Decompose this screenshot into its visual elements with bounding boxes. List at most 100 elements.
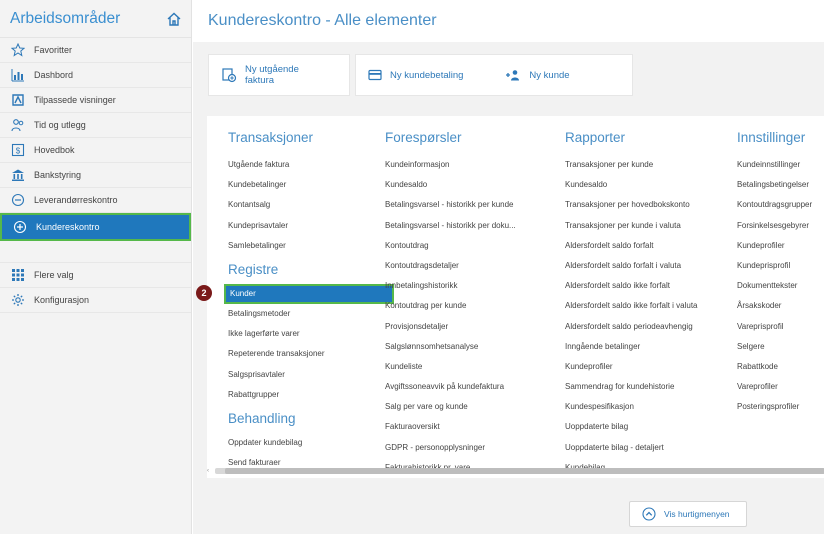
menu-item[interactable]: Aldersfordelt saldo ikke forfalt i valut… [565,296,698,316]
menu-item[interactable]: Provisjonsdetaljer [385,317,516,337]
sidebar-item-favoritter[interactable]: Favoritter [0,38,191,63]
menu-item[interactable]: Kundeprisprofil [737,256,812,276]
menu-item[interactable]: Salg per vare og kunde [385,397,516,417]
menu-item[interactable]: Salgslønnsomhetsanalyse [385,337,516,357]
menu-item[interactable]: Kundeprisavtaler [228,216,394,236]
horizontal-scrollbar[interactable] [215,468,824,474]
menu-item[interactable]: Kundebetalinger [228,175,394,195]
menu-item[interactable]: Betalingsmetoder [228,304,394,324]
menu-item[interactable]: Utgående faktura [228,155,394,175]
new-payment-button[interactable]: Ny kundebetaling [368,69,463,81]
menu-item[interactable]: Betalingsvarsel - historikk per kunde [385,195,516,215]
menu-item[interactable]: Kontoutdrag [385,236,516,256]
sidebar-title: Arbeidsområder [10,9,121,27]
show-quick-menu-label: Vis hurtigmenyen [664,509,730,519]
menu-item[interactable]: Betalingsvarsel - historikk per doku... [385,216,516,236]
menu-item[interactable]: GDPR - personopplysninger [385,438,516,458]
menu-item[interactable]: Aldersfordelt saldo ikke forfalt [565,276,698,296]
show-quick-menu-button[interactable]: Vis hurtigmenyen [629,501,747,527]
menu-item[interactable]: Vareprisprofil [737,317,812,337]
menu-item[interactable]: Uoppdaterte bilag - detaljert [565,438,698,458]
menu-item[interactable]: Kundeinnstillinger [737,155,812,175]
menu-item[interactable]: Dokumenttekster [737,276,812,296]
menu-item[interactable]: Kontoutdrag per kunde [385,296,516,316]
sidebar-item-leverandorreskontro[interactable]: Leverandørreskontro [0,188,191,213]
menu-item-kunder[interactable]: Kunder [224,283,394,304]
new-customer-label: Ny kunde [529,69,570,81]
new-invoice-label-line2: faktura [245,75,275,86]
sidebar-item-hovedbok[interactable]: $ Hovedbok [0,138,191,163]
ledger-icon: $ [10,142,26,158]
menu-item[interactable]: Kontoutdragsgrupper [737,195,812,215]
menu-item[interactable]: Transaksjoner per kunde [565,155,698,175]
column-title: Rapporter [565,130,626,145]
menu-item[interactable]: Innbetalingshistorikk [385,276,516,296]
menu-item[interactable]: Transaksjoner per hovedbokskonto [565,195,698,215]
sidebar-item-label: Tilpassede visninger [34,95,116,105]
menu-item[interactable]: Ikke lagerførte varer [228,324,394,344]
new-payment-label: Ny kundebetaling [390,69,464,81]
menu-item[interactable]: Kontantsalg [228,195,394,215]
column-transaksjoner: Transaksjoner Utgående faktura Kundebeta… [224,130,394,473]
menu-item[interactable]: Rabattgrupper [228,385,394,405]
menu-item[interactable]: Oppdater kundebilag [228,433,394,453]
section-title-behandling: Behandling [228,410,296,426]
sidebar-item-flere-valg[interactable]: Flere valg [0,263,191,288]
sidebar-item-kundereskontro[interactable]: Kundereskontro [0,213,191,241]
menu-item[interactable]: Kontoutdragsdetaljer [385,256,516,276]
quick-action-bar: Ny utgående faktura Ny kundebetaling Ny … [193,42,824,114]
menu-item[interactable]: Sammendrag for kundehistorie [565,377,698,397]
people-icon [10,117,26,133]
sidebar-item-bankstyring[interactable]: Bankstyring [0,163,191,188]
new-customer-button[interactable]: Ny kunde [505,69,570,81]
menu-item[interactable]: Rabattkode [737,357,812,377]
menu-item[interactable]: Kundeliste [385,357,516,377]
menu-item[interactable]: Salgsprisavtaler [228,365,394,385]
column-foresporsler: Forespørsler Kundeinformasjon Kundesaldo… [385,130,516,478]
menu-item[interactable]: Kundeprofiler [737,236,812,256]
add-user-icon [505,69,521,81]
menu-item[interactable]: Inngående betalinger [565,337,698,357]
sidebar-item-tid-og-utlegg[interactable]: Tid og utlegg [0,113,191,138]
menu-item[interactable]: Transaksjoner per kunde i valuta [565,216,698,236]
menu-item[interactable]: Fakturaoversikt [385,417,516,437]
column-rapporter: Rapporter Transaksjoner per kunde Kundes… [565,130,698,478]
sidebar-item-label: Konfigurasjon [34,295,90,305]
menu-item[interactable]: Kundesaldo [385,175,516,195]
menu-item[interactable]: Årsakskoder [737,296,812,316]
bar-chart-icon [10,67,26,83]
new-invoice-label-line1: Ny utgående [245,64,299,75]
menu-item[interactable]: Posteringsprofiler [737,397,812,417]
menu-panel: Transaksjoner Utgående faktura Kundebeta… [207,116,824,478]
sidebar-item-label: Hovedbok [34,145,75,155]
menu-item[interactable]: Aldersfordelt saldo periodeavhengig [565,317,698,337]
menu-item[interactable]: Aldersfordelt saldo forfalt i valuta [565,256,698,276]
card-icon [368,69,382,81]
menu-item[interactable]: Kundesaldo [565,175,698,195]
home-icon[interactable] [165,10,183,28]
scrollbar-thumb[interactable] [225,468,824,474]
menu-item[interactable]: Avgiftssoneavvik på kundefaktura [385,377,516,397]
menu-item[interactable]: Vareprofiler [737,377,812,397]
sidebar-item-tilpassede-visninger[interactable]: Tilpassede visninger [0,88,191,113]
sidebar-item-label: Bankstyring [34,170,82,180]
sidebar-item-konfigurasjon[interactable]: Konfigurasjon [0,288,191,313]
custom-view-icon [10,92,26,108]
sidebar-item-dashbord[interactable]: Dashbord [0,63,191,88]
menu-item[interactable]: Selgere [737,337,812,357]
menu-item[interactable]: Kundeprofiler [565,357,698,377]
sidebar-header: Arbeidsområder [0,0,191,38]
menu-item[interactable]: Uoppdaterte bilag [565,417,698,437]
menu-item[interactable]: Samlebetalinger [228,236,394,256]
chevron-up-circle-icon [642,507,656,521]
section-title-registre: Registre [228,261,279,277]
new-invoice-button[interactable]: Ny utgående faktura [208,54,350,96]
menu-item[interactable]: Aldersfordelt saldo forfalt [565,236,698,256]
content-area: Transaksjoner Utgående faktura Kundebeta… [193,114,824,534]
menu-item[interactable]: Kundespesifikasjon [565,397,698,417]
menu-item[interactable]: Betalingsbetingelser [737,175,812,195]
menu-item[interactable]: Repeterende transaksjoner [228,344,394,364]
menu-item[interactable]: Forsinkelsesgebyrer [737,216,812,236]
menu-item[interactable]: Kundeinformasjon [385,155,516,175]
scroll-left-arrow[interactable]: ‹ [207,468,215,474]
